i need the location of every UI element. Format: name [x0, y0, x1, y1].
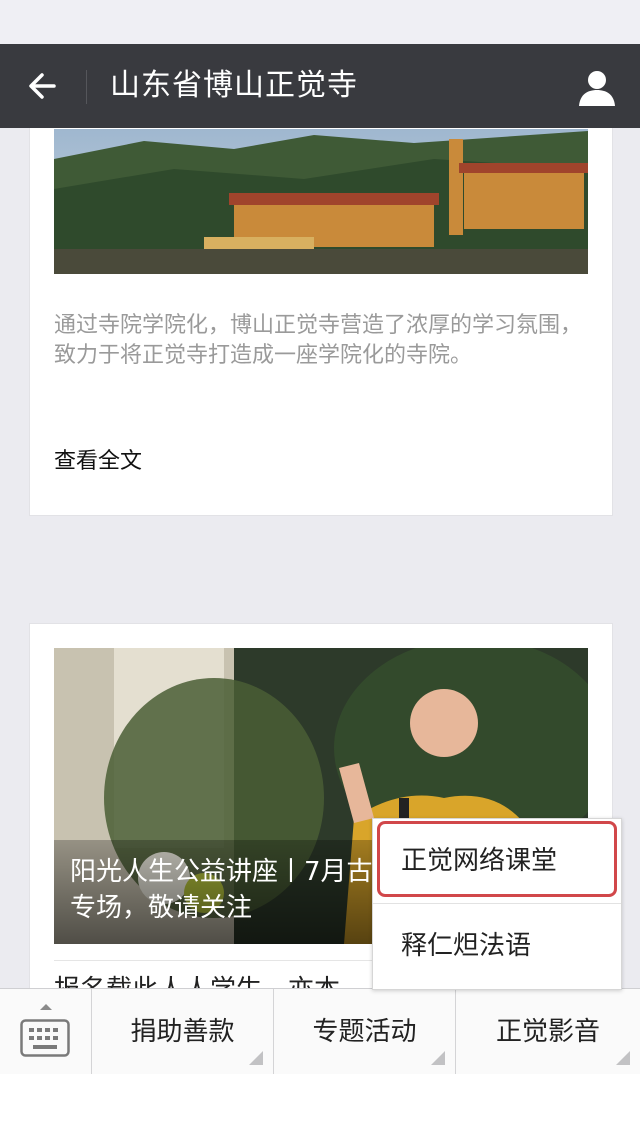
- custom-menu-bar: 捐助善款 专题活动 正觉影音: [0, 988, 640, 1075]
- read-more-link[interactable]: 查看全文: [54, 447, 142, 477]
- chevron-up-icon: [40, 1004, 52, 1010]
- submenu-corner-icon: [616, 1051, 630, 1065]
- temple-image: [54, 129, 588, 274]
- selected-highlight: [377, 821, 617, 897]
- submenu-item-dharma-talk[interactable]: 释仁炟法语: [373, 904, 621, 988]
- submenu-corner-icon: [249, 1051, 263, 1065]
- nav-divider: [86, 70, 87, 104]
- menu-events-button[interactable]: 专题活动: [274, 989, 456, 1075]
- menu-media-button[interactable]: 正觉影音: [456, 989, 640, 1075]
- menu-donate-button[interactable]: 捐助善款: [92, 989, 274, 1075]
- menu-label: 专题活动: [312, 1017, 417, 1047]
- submenu-corner-icon: [431, 1051, 445, 1065]
- keyboard-icon: [20, 1019, 70, 1057]
- status-bar: [0, 0, 640, 44]
- submenu-popup: 正觉网络课堂 释仁炟法语: [372, 818, 622, 990]
- back-arrow-icon[interactable]: [24, 66, 64, 106]
- article-card[interactable]: 通过寺院学院化，博山正觉寺营造了浓厚的学习氛围，致力于将正觉寺打造成一座学院化的…: [29, 128, 613, 516]
- user-icon[interactable]: [576, 66, 618, 108]
- image-caption: 阳光人生公益讲座丨7月古寺专场，敬请关注: [70, 857, 399, 923]
- bottom-area: [0, 1074, 640, 1138]
- article-description: 通过寺院学院化，博山正觉寺营造了浓厚的学习氛围，致力于将正觉寺打造成一座学院化的…: [54, 313, 583, 368]
- nav-bar: 山东省博山正觉寺: [0, 44, 640, 128]
- page-title: 山东省博山正觉寺: [110, 68, 358, 103]
- menu-label: 捐助善款: [130, 1017, 235, 1047]
- menu-label: 正觉影音: [495, 1017, 600, 1047]
- keyboard-toggle-button[interactable]: [0, 989, 92, 1075]
